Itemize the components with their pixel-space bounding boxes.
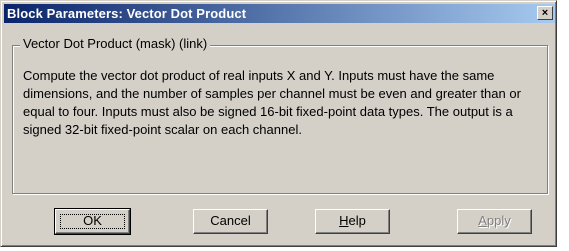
close-button[interactable]: × — [537, 6, 553, 20]
help-mnemonic: H — [339, 213, 349, 228]
focus-rect — [60, 214, 125, 229]
help-button[interactable]: Help — [315, 209, 390, 234]
window-title: Block Parameters: Vector Dot Product — [7, 6, 247, 21]
close-icon: × — [541, 7, 549, 19]
cancel-button-label: Cancel — [210, 213, 251, 228]
ok-button[interactable]: OK — [54, 208, 131, 235]
block-description: Compute the vector dot product of real i… — [23, 68, 521, 137]
groupbox-label: Vector Dot Product (mask) (link) — [20, 36, 211, 51]
help-button-label: elp — [348, 213, 366, 228]
cancel-button[interactable]: Cancel — [193, 209, 268, 234]
apply-button-label: pply — [486, 213, 511, 228]
apply-button[interactable]: Apply — [457, 209, 532, 234]
apply-mnemonic: A — [478, 213, 487, 228]
title-bar[interactable]: Block Parameters: Vector Dot Product × — [4, 4, 555, 23]
